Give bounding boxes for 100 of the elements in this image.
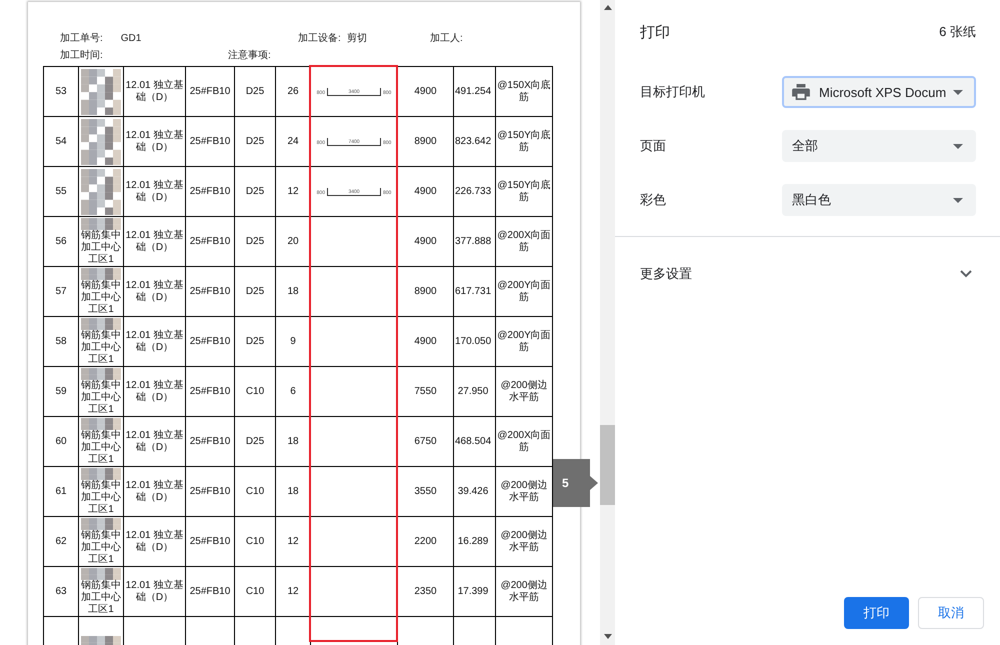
table-cell: 8900 xyxy=(414,286,437,298)
table-cell: @150Y向底筋 xyxy=(496,130,552,154)
table-cell: 56 xyxy=(54,236,68,248)
table-cell: 12 xyxy=(286,586,300,598)
table-cell: D25 xyxy=(244,286,266,298)
table-cell-text: @200侧边水平筋 xyxy=(500,480,548,504)
table-cell: 12.01 独立基础（D） xyxy=(124,580,184,604)
table-cell: C10 xyxy=(244,486,266,498)
table-cell: @150X向底筋 xyxy=(496,80,552,104)
caret-icon xyxy=(953,144,963,148)
table-cell: 57 xyxy=(54,286,68,298)
table-cell-text: 钢筋集中加工中心工区1 xyxy=(80,480,122,516)
table-cell-text: 钢筋集中加工中心工区1 xyxy=(80,380,122,416)
table-cell-text: 27.950 xyxy=(456,386,490,398)
table-cell: 26 xyxy=(286,86,300,98)
table-cell: 6750 xyxy=(414,436,437,448)
table-cell-text: 钢筋集中加工中心工区1 xyxy=(80,580,122,616)
table-cell-text: 钢筋集中加工中心工区1 xyxy=(80,280,122,316)
table-cell: 59 xyxy=(54,386,68,398)
table-cell: 2350 xyxy=(414,586,437,598)
table-cell: 4900 xyxy=(414,186,437,198)
table-cell: 25#FB10 xyxy=(188,186,232,198)
table-cell-text: 钢筋集中加工中心工区1 xyxy=(80,330,122,366)
table-cell: D25 xyxy=(244,86,266,98)
table-cell-text: @200侧边水平筋 xyxy=(500,580,548,604)
table-cell: 25#FB10 xyxy=(188,86,232,98)
table-cell: 25#FB10 xyxy=(188,136,232,148)
field-label: 加工单号: xyxy=(60,33,103,46)
sheet-count: 6 张纸 xyxy=(939,23,976,41)
field-value: GD1 xyxy=(120,33,142,46)
table-cell: 25#FB10 xyxy=(188,486,232,498)
table-cell-text: 823.642 xyxy=(454,136,492,148)
field-value: 剪切 xyxy=(346,33,367,46)
table-cell: 4900 xyxy=(414,336,437,348)
table-cell: 12.01 独立基础（D） xyxy=(124,480,184,504)
table-cell: 12.01 独立基础（D） xyxy=(124,330,184,354)
scrollbar[interactable] xyxy=(600,0,615,645)
scrollbar-thumb[interactable] xyxy=(600,425,615,505)
dropdown[interactable]: 黑白色 xyxy=(782,184,976,216)
scroll-up-icon[interactable] xyxy=(604,5,612,10)
table-cell: 25#FB10 xyxy=(188,286,232,298)
table-cell: @150Y向底筋 xyxy=(496,180,552,204)
table-cell: 18 xyxy=(286,286,300,298)
table-cell-text: 钢筋集中加工中心工区1 xyxy=(80,430,122,466)
table-cell: 12.01 独立基础（D） xyxy=(124,180,184,204)
table-cell: 8900 xyxy=(414,136,437,148)
dimension-label: 3400 xyxy=(348,88,360,94)
caret-icon xyxy=(953,198,963,202)
page-number-badge: 5 xyxy=(553,459,598,507)
table-cell: 62 xyxy=(54,536,68,548)
table-cell-text: 17.399 xyxy=(456,586,490,598)
table-cell-text: 468.504 xyxy=(454,436,492,448)
table-cell: 12.01 独立基础（D） xyxy=(124,430,184,454)
dropdown[interactable]: 全部 xyxy=(782,130,976,162)
table-cell: 4900 xyxy=(414,86,437,98)
field-label: 注意事项: xyxy=(228,50,272,63)
table-cell-text: @200侧边水平筋 xyxy=(500,380,548,404)
table-cell: D25 xyxy=(244,236,266,248)
table-cell: 24 xyxy=(286,136,300,148)
table-cell-text: 39.426 xyxy=(456,486,490,498)
table-cell: C10 xyxy=(244,536,266,548)
table-cell: 54 xyxy=(54,136,68,148)
table-cell: D25 xyxy=(244,436,266,448)
table-cell: 25#FB10 xyxy=(188,386,232,398)
more-settings-toggle[interactable]: 更多设置 xyxy=(615,264,1000,284)
table-cell: 53 xyxy=(54,86,68,98)
table-cell: @200Y向面筋 xyxy=(496,330,552,354)
table-cell-text: 16.289 xyxy=(456,536,490,548)
print-button[interactable]: 打印 xyxy=(844,597,909,629)
table-cell: 12.01 独立基础（D） xyxy=(124,230,184,254)
table-cell: 63 xyxy=(54,586,68,598)
table-cell-text: 钢筋集中加工中心工区1 xyxy=(80,530,122,566)
cancel-button[interactable]: 取消 xyxy=(918,597,984,629)
table-cell: 12.01 独立基础（D） xyxy=(124,130,184,154)
table-cell-text: @200侧边水平筋 xyxy=(500,530,548,554)
field-label: 加工设备: xyxy=(298,33,341,46)
dimension-label: 3400 xyxy=(348,188,360,194)
table-cell: 25#FB10 xyxy=(188,336,232,348)
table-cell: 9 xyxy=(289,336,297,348)
table-cell: 12 xyxy=(286,536,300,548)
caret-icon xyxy=(953,90,963,94)
dimension-label: 7400 xyxy=(348,138,360,144)
table-cell: D25 xyxy=(244,186,266,198)
dialog-title: 打印 xyxy=(640,22,670,42)
field-label: 加工人: xyxy=(430,33,463,46)
printer-icon xyxy=(792,84,810,100)
table-cell: C10 xyxy=(244,586,266,598)
table-cell: @200X向面筋 xyxy=(496,430,552,454)
table-cell: 12.01 独立基础（D） xyxy=(124,530,184,554)
table-cell: 25#FB10 xyxy=(188,436,232,448)
table-cell: 58 xyxy=(54,336,68,348)
setting-label: 彩色 xyxy=(640,191,666,209)
dropdown[interactable]: Microsoft XPS Docum xyxy=(782,76,976,108)
scroll-down-icon[interactable] xyxy=(604,634,612,639)
table-cell: 4900 xyxy=(414,236,437,248)
table-cell: 3550 xyxy=(414,486,437,498)
table-cell: 12.01 独立基础（D） xyxy=(124,380,184,404)
table-cell: 12.01 独立基础（D） xyxy=(124,80,184,104)
table-cell-text: 钢筋集中加工中心工区1 xyxy=(80,230,122,266)
table-cell: 25#FB10 xyxy=(188,536,232,548)
